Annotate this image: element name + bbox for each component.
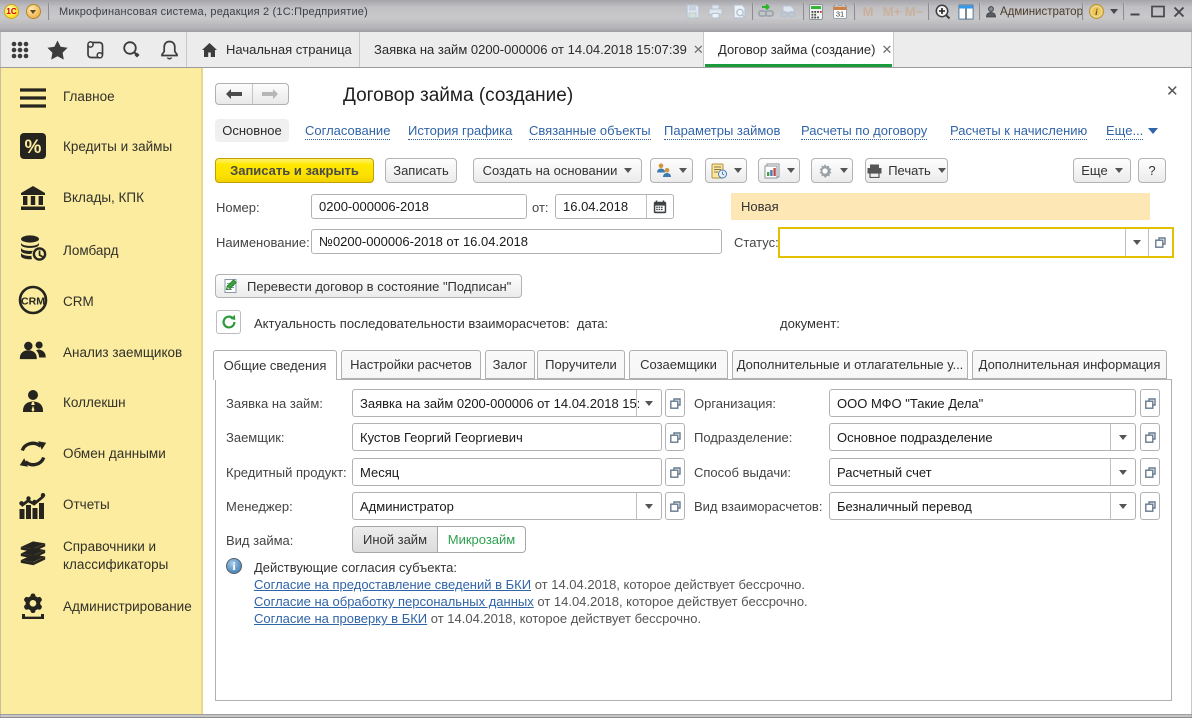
svg-text:31: 31 [835,10,843,19]
svg-text:%: % [25,137,42,158]
svg-text:i: i [1095,8,1098,18]
svg-text:CRM: CRM [21,296,45,308]
